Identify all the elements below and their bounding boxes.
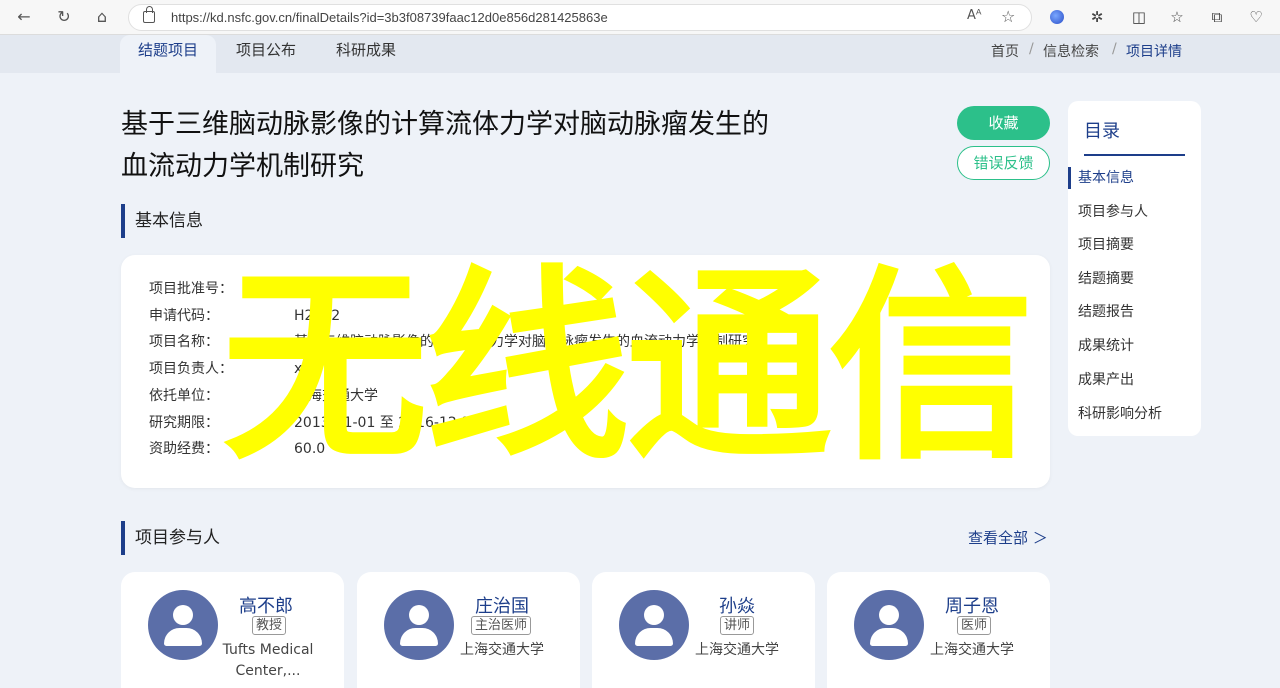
participant-title-badge: 医师 [957, 616, 992, 635]
participant-title-badge: 主治医师 [471, 616, 532, 635]
favorite-button[interactable]: 收藏 [957, 106, 1050, 140]
participant-card[interactable]: 高不郎 教授 Tufts Medical Center,... [121, 572, 344, 688]
toc-item-result-stats[interactable]: 成果统计 [1078, 336, 1134, 356]
participant-name: 孙焱 [719, 596, 755, 617]
toc-item-impact-analysis[interactable]: 科研影响分析 [1078, 404, 1162, 424]
tab-research-results[interactable]: 科研成果 [336, 35, 396, 73]
participant-card[interactable]: 周子恩 医师 上海交通大学 [827, 572, 1050, 688]
site-nav: 结题项目 项目公布 科研成果 首页 / 信息检索 / 项目详情 [0, 35, 1280, 73]
puzzle-extensions-icon[interactable]: ✲ [1086, 6, 1108, 28]
view-all-link[interactable]: 查看全部 ＞ [968, 527, 1048, 548]
participant-org: 上海交通大学 [460, 642, 544, 658]
page-title: 基于三维脑动脉影像的计算流体力学对脑动脉瘤发生的 血流动力学机制研究 [121, 104, 821, 188]
refresh-icon[interactable]: ↻ [52, 6, 76, 28]
breadcrumb-home[interactable]: 首页 [991, 41, 1019, 61]
breadcrumb-current: 项目详情 [1126, 44, 1182, 60]
copilot-icon[interactable]: ♡ [1245, 6, 1267, 28]
error-feedback-button[interactable]: 错误反馈 [957, 146, 1050, 180]
favorites-icon[interactable]: ☆ [1166, 6, 1188, 28]
toc-item-basic-info[interactable]: 基本信息 [1078, 168, 1134, 188]
title-line-2: 血流动力学机制研究 [121, 151, 364, 182]
breadcrumb-separator: / [1029, 41, 1034, 57]
lock-icon [143, 6, 155, 23]
url-text: https://kd.nsfc.gov.cn/finalDetails?id=3… [171, 10, 608, 25]
participant-name: 高不郎 [239, 596, 293, 617]
breadcrumb-search[interactable]: 信息检索 [1043, 41, 1099, 61]
home-icon[interactable]: ⌂ [90, 6, 114, 28]
extension-icon[interactable] [1050, 10, 1064, 24]
toc-active-indicator [1068, 167, 1071, 189]
section-title-participants: 项目参与人 [121, 521, 220, 555]
participant-org: 上海交通大学 [930, 642, 1014, 658]
favorite-star-icon[interactable]: ☆ [1001, 7, 1015, 26]
tab-project-announcement[interactable]: 项目公布 [236, 35, 296, 73]
section-title-basic-info: 基本信息 [121, 204, 203, 238]
toc-item-final-report[interactable]: 结题报告 [1078, 302, 1134, 322]
participant-card[interactable]: 孙焱 讲师 上海交通大学 [592, 572, 815, 688]
participant-title-badge: 教授 [252, 616, 287, 635]
address-bar[interactable]: https://kd.nsfc.gov.cn/finalDetails?id=3… [128, 4, 1032, 31]
back-icon[interactable]: ← [12, 6, 36, 28]
participant-card[interactable]: 庄治国 主治医师 上海交通大学 [357, 572, 580, 688]
toc-divider [1084, 154, 1185, 156]
title-line-1: 基于三维脑动脉影像的计算流体力学对脑动脉瘤发生的 [121, 109, 769, 140]
collections-icon[interactable]: ⧉ [1206, 6, 1228, 28]
participant-name: 庄治国 [475, 596, 529, 617]
toc-item-participants[interactable]: 项目参与人 [1078, 202, 1148, 222]
read-aloud-icon[interactable]: Aᴬ [967, 8, 982, 23]
participant-org: 上海交通大学 [695, 642, 779, 658]
overlay-watermark-text: 无线通信 [222, 248, 1034, 488]
split-screen-icon[interactable]: ◫ [1128, 6, 1150, 28]
breadcrumb-separator: / [1112, 41, 1117, 57]
participant-title-badge: 讲师 [720, 616, 755, 635]
toc-item-abstract[interactable]: 项目摘要 [1078, 235, 1134, 255]
toc-item-final-abstract[interactable]: 结题摘要 [1078, 269, 1134, 289]
participant-name: 周子恩 [945, 596, 999, 617]
toc-item-outputs[interactable]: 成果产出 [1078, 370, 1134, 390]
participant-org: Tufts Medical Center,... [222, 642, 314, 679]
table-of-contents: 目录 基本信息 项目参与人 项目摘要 结题摘要 结题报告 成果统计 成果产出 科… [1068, 101, 1201, 436]
tab-finished-projects[interactable]: 结题项目 [120, 35, 217, 73]
browser-toolbar: ← ↻ ⌂ https://kd.nsfc.gov.cn/finalDetail… [0, 0, 1280, 35]
toc-title: 目录 [1084, 121, 1120, 142]
